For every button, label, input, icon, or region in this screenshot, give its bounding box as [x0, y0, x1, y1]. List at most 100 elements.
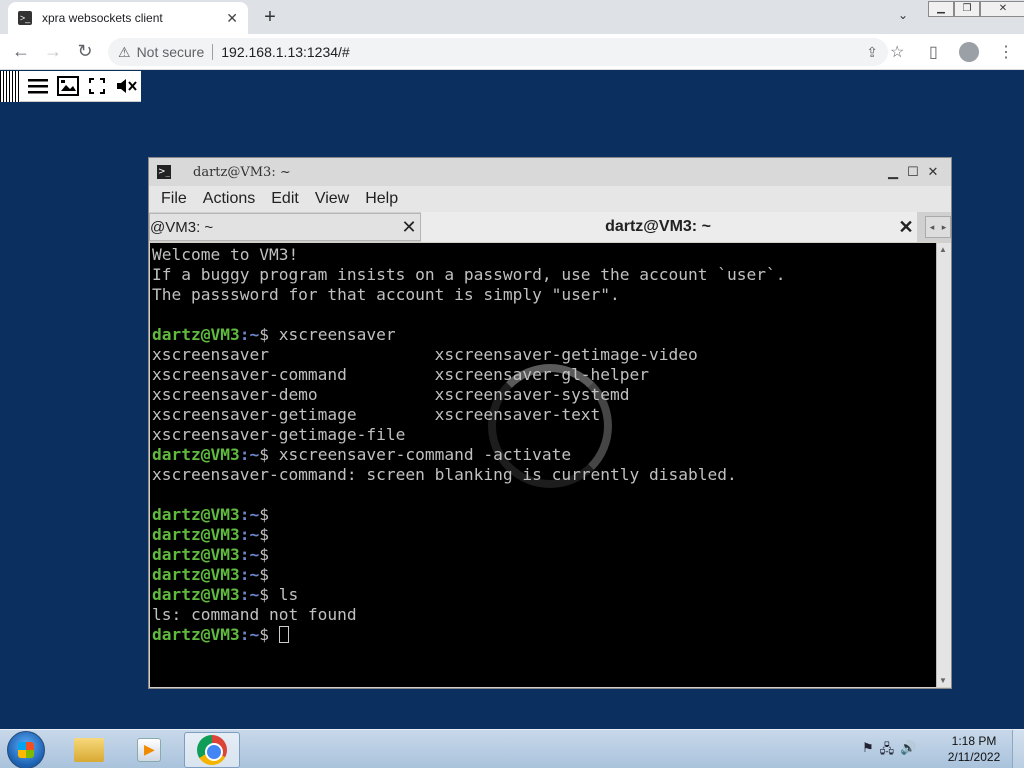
scroll-up-arrow-icon[interactable]: ▲	[939, 245, 947, 254]
terminal-line: Welcome to VM3!	[152, 245, 299, 264]
terminal-tab-2-close-icon[interactable]: ✕	[895, 217, 917, 238]
browser-tab-strip: >_ xpra websockets client ✕ + ⌄ ▁ ❐ ✕	[0, 0, 1024, 34]
prompt-user: dartz@VM3	[152, 325, 240, 344]
menu-edit[interactable]: Edit	[271, 190, 299, 208]
prompt-path: :~	[239, 625, 260, 644]
chrome-icon	[197, 735, 227, 765]
profile-avatar[interactable]	[959, 42, 979, 67]
hamburger-menu-icon[interactable]	[24, 71, 53, 101]
prompt-path: :~	[239, 545, 260, 564]
reload-button[interactable]: ↻	[74, 41, 96, 62]
url-text[interactable]: 192.168.1.13:1234/#	[221, 44, 349, 60]
prompt-command: $	[259, 565, 269, 584]
prompt-path: :~	[239, 325, 260, 344]
taskbar-chrome[interactable]	[184, 732, 240, 768]
prompt-user: dartz@VM3	[152, 565, 240, 584]
prompt-path: :~	[239, 565, 260, 584]
terminal-line: dartz@VM3:~$ ls	[152, 585, 936, 605]
prompt-command: $	[259, 525, 269, 544]
warning-icon[interactable]: ⚠	[118, 44, 131, 61]
terminal-favicon-icon: >_	[18, 11, 32, 25]
prompt-path: :~	[239, 585, 260, 604]
prompt-user: dartz@VM3	[152, 545, 240, 564]
terminal-line: The passsword for that account is simply…	[152, 285, 620, 304]
fullscreen-icon[interactable]	[82, 71, 111, 101]
menu-actions[interactable]: Actions	[203, 190, 255, 208]
forward-button[interactable]: →	[42, 41, 64, 62]
terminal-tab-1-close-icon[interactable]: ✕	[398, 217, 420, 238]
prompt-user: dartz@VM3	[152, 525, 240, 544]
terminal-scrollbar[interactable]: ▲ ▼	[936, 243, 951, 687]
prompt-command: $ xscreensaver	[259, 325, 396, 344]
network-icon[interactable]: 🖧	[880, 740, 895, 762]
browser-tab[interactable]: >_ xpra websockets client ✕	[8, 2, 248, 34]
terminal-window-title: dartz@VM3: ~	[193, 164, 291, 180]
terminal-line: dartz@VM3:~$	[152, 525, 936, 545]
menu-file[interactable]: File	[161, 190, 187, 208]
terminal-line: If a buggy program insists on a password…	[152, 265, 786, 284]
action-center-flag-icon[interactable]: ⚑	[862, 740, 874, 762]
terminal-line: ls: command not found	[152, 605, 357, 624]
drag-handle[interactable]	[0, 70, 20, 102]
tab-scroll-arrows[interactable]: ◂ ▸	[925, 216, 951, 238]
tab-search-chevron-icon[interactable]: ⌄	[898, 8, 908, 22]
clock-time: 1:18 PM	[951, 734, 997, 748]
prompt-command: $	[259, 545, 269, 564]
terminal-cursor	[278, 626, 289, 643]
prompt-command: $	[259, 505, 269, 524]
close-window-button[interactable]: ✕	[980, 1, 1024, 17]
terminal-tab-1[interactable]: @VM3: ~ ✕	[149, 213, 421, 241]
taskbar-media-player[interactable]	[121, 732, 177, 768]
prompt-path: :~	[239, 525, 260, 544]
volume-icon[interactable]: 🔊	[900, 740, 916, 762]
prompt-user: dartz@VM3	[152, 445, 240, 464]
terminal-tab-2[interactable]: dartz@VM3: ~ ✕	[421, 212, 917, 242]
side-panel-icon[interactable]: ▯	[929, 42, 938, 62]
menu-help[interactable]: Help	[365, 190, 398, 208]
terminal-line: dartz@VM3:~$	[152, 505, 936, 525]
prompt-user: dartz@VM3	[152, 505, 240, 524]
terminal-line: dartz@VM3:~$	[152, 625, 936, 645]
prompt-user: dartz@VM3	[152, 625, 240, 644]
address-bar[interactable]: ⚠ Not secure 192.168.1.13:1234/# ⇪	[108, 38, 888, 66]
browser-toolbar: ← → ↻ ⚠ Not secure 192.168.1.13:1234/# ⇪…	[0, 34, 1024, 70]
terminal-tab-bar: @VM3: ~ ✕ dartz@VM3: ~ ✕ ◂ ▸	[149, 212, 951, 242]
start-button[interactable]	[7, 731, 45, 768]
show-desktop-button[interactable]	[1012, 730, 1024, 768]
prompt-user: dartz@VM3	[152, 585, 240, 604]
bookmark-star-icon[interactable]: ☆	[890, 42, 904, 62]
terminal-titlebar[interactable]: >_ dartz@VM3: ~ ▁ ☐ ✕	[149, 158, 951, 186]
restore-button[interactable]: ❐	[954, 1, 980, 17]
new-tab-button[interactable]: +	[258, 6, 282, 30]
windows-list-icon[interactable]	[53, 71, 82, 101]
share-icon[interactable]: ⇪	[866, 44, 878, 61]
menu-view[interactable]: View	[315, 190, 349, 208]
system-tray: ⚑ 🖧 🔊	[862, 740, 916, 762]
terminal-line: xscreensaver xscreensaver-getimage-video	[152, 345, 698, 364]
taskbar: ⚑ 🖧 🔊 1:18 PM 2/11/2022	[0, 729, 1024, 768]
taskbar-explorer[interactable]	[61, 732, 117, 768]
scroll-down-arrow-icon[interactable]: ▼	[939, 676, 947, 685]
prompt-command: $	[259, 625, 279, 644]
back-button[interactable]: ←	[10, 41, 32, 62]
terminal-tab-1-label: @VM3: ~	[150, 218, 214, 236]
terminal-close-button[interactable]: ✕	[923, 165, 943, 180]
terminal-app-icon: >_	[157, 165, 171, 179]
tab-close-icon[interactable]: ✕	[226, 10, 238, 27]
terminal-line: dartz@VM3:~$	[152, 545, 936, 565]
prompt-path: :~	[239, 505, 260, 524]
xpra-float-menu	[0, 70, 141, 102]
terminal-line: dartz@VM3:~$ xscreensaver	[152, 325, 936, 345]
terminal-maximize-button[interactable]: ☐	[903, 165, 923, 180]
security-label[interactable]: Not secure	[137, 44, 205, 60]
terminal-menubar: File Actions Edit View Help	[149, 186, 951, 212]
clock[interactable]: 1:18 PM 2/11/2022	[938, 733, 1010, 765]
window-controls: ▁ ❐ ✕	[928, 0, 1024, 17]
terminal-minimize-button[interactable]: ▁	[883, 165, 903, 180]
minimize-button[interactable]: ▁	[928, 1, 954, 17]
speaker-muted-icon[interactable]	[112, 71, 141, 101]
prompt-command: $ ls	[259, 585, 299, 604]
browser-menu-icon[interactable]: ⋮	[998, 42, 1014, 62]
